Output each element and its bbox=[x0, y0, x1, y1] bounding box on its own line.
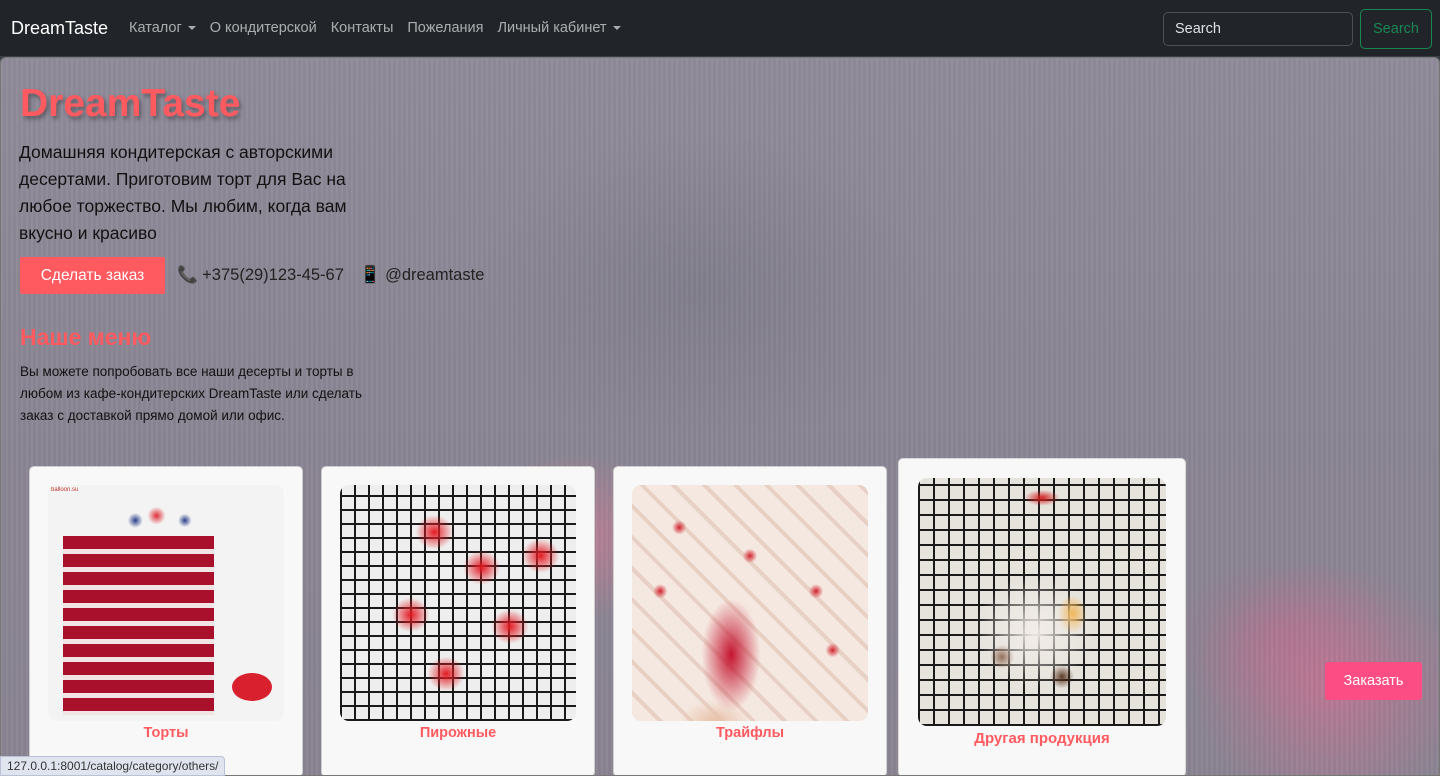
nav-wishes-label: Пожелания bbox=[407, 20, 484, 36]
search-input[interactable] bbox=[1163, 12, 1353, 46]
brand-logo[interactable]: DreamTaste bbox=[11, 18, 108, 39]
nav-about-link[interactable]: О кондитерской bbox=[210, 20, 317, 36]
other-products-image bbox=[918, 478, 1166, 726]
category-label[interactable]: Другая продукция bbox=[899, 730, 1185, 747]
hero-title: DreamTaste bbox=[20, 82, 241, 125]
phone-number: +375(29)123-45-67 bbox=[202, 265, 344, 284]
nav-account-dropdown[interactable]: Личный кабинет bbox=[497, 20, 621, 36]
category-label[interactable]: Торты bbox=[30, 725, 302, 741]
make-order-button[interactable]: Сделать заказ bbox=[20, 257, 165, 294]
cake-image: balloon.su bbox=[48, 485, 284, 721]
status-bar-url: 127.0.0.1:8001/catalog/category/others/ bbox=[0, 756, 226, 776]
nav-catalog-label: Каталог bbox=[129, 20, 182, 36]
hero-section: DreamTaste Домашняя кондитерская с автор… bbox=[0, 57, 1440, 776]
search-form: Search bbox=[1163, 9, 1432, 49]
nav-wishes-link[interactable]: Пожелания bbox=[407, 20, 483, 36]
social-handle: @dreamtaste bbox=[385, 265, 485, 284]
menu-title: Наше меню bbox=[20, 324, 152, 350]
caret-down-icon bbox=[187, 26, 196, 30]
hero-description: Домашняя кондитерская с авторскими десер… bbox=[19, 142, 347, 243]
nav-catalog-dropdown[interactable]: Каталог bbox=[129, 20, 196, 36]
trifles-image bbox=[632, 485, 868, 721]
search-button[interactable]: Search bbox=[1360, 9, 1432, 49]
nav-contacts-label: Контакты bbox=[330, 20, 394, 36]
phone-icon: 📞 bbox=[177, 265, 199, 284]
pastries-image bbox=[340, 485, 576, 721]
category-label[interactable]: Трайфлы bbox=[614, 725, 886, 741]
nav-account-label: Личный кабинет bbox=[497, 20, 607, 36]
category-card-cakes[interactable]: balloon.su Торты bbox=[29, 466, 303, 775]
navbar: DreamTaste Каталог О кондитерской Контак… bbox=[0, 0, 1440, 56]
category-card-other-products[interactable]: Другая продукция bbox=[898, 458, 1186, 775]
menu-description: Вы можете попробовать все наши десерты и… bbox=[20, 364, 362, 423]
caret-down-icon bbox=[612, 26, 621, 30]
image-watermark: balloon.su bbox=[51, 487, 79, 493]
floating-order-button[interactable]: Заказать bbox=[1325, 662, 1422, 700]
category-card-pastries[interactable]: Пирожные bbox=[321, 466, 595, 775]
mobile-phone-icon: 📱 bbox=[359, 265, 382, 284]
contact-info: 📞 +375(29)123-45-67 📱 @dreamtaste bbox=[177, 265, 484, 285]
category-label[interactable]: Пирожные bbox=[322, 725, 594, 741]
nav-about-label: О кондитерской bbox=[209, 20, 317, 36]
category-card-trifles[interactable]: Трайфлы bbox=[613, 466, 887, 775]
nav-links: Каталог О кондитерской Контакты Пожелани… bbox=[129, 20, 635, 36]
nav-contacts-link[interactable]: Контакты bbox=[331, 20, 394, 36]
